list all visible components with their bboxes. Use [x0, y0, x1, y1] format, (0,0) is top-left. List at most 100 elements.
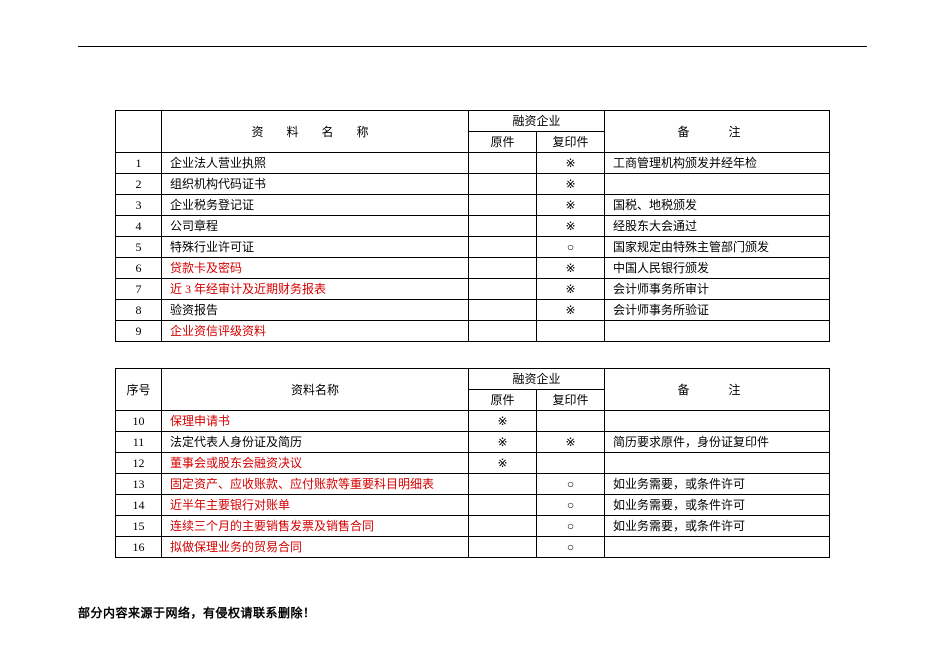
row-yuan: [469, 300, 537, 321]
table1-head-fyj: 复印件: [537, 132, 605, 153]
table-row: 1 企业法人营业执照 ※ 工商管理机构颁发并经年检: [116, 153, 830, 174]
row-remark: 如业务需要，或条件许可: [605, 474, 830, 495]
row-remark: [605, 453, 830, 474]
row-remark: [605, 411, 830, 432]
table-row: 5 特殊行业许可证 ○ 国家规定由特殊主管部门颁发: [116, 237, 830, 258]
row-yuan: [469, 216, 537, 237]
row-fyj: ※: [537, 279, 605, 300]
row-idx: 12: [116, 453, 162, 474]
row-remark: 国税、地税颁发: [605, 195, 830, 216]
table-row: 14 近半年主要银行对账单 ○ 如业务需要，或条件许可: [116, 495, 830, 516]
row-idx: 3: [116, 195, 162, 216]
row-fyj: [537, 453, 605, 474]
table-row: 9 企业资信评级资料: [116, 321, 830, 342]
table1-header-row-1: 资 料 名 称 融资企业 备 注: [116, 111, 830, 132]
row-idx: 14: [116, 495, 162, 516]
row-yuan: [469, 516, 537, 537]
table1-head-remark: 备 注: [605, 111, 830, 153]
row-name: 拟做保理业务的贸易合同: [162, 537, 469, 558]
row-remark: [605, 537, 830, 558]
row-name: 企业资信评级资料: [162, 321, 469, 342]
row-name: 企业法人营业执照: [162, 153, 469, 174]
row-yuan: [469, 258, 537, 279]
row-name: 近半年主要银行对账单: [162, 495, 469, 516]
table-row: 6 贷款卡及密码 ※ 中国人民银行颁发: [116, 258, 830, 279]
row-name: 董事会或股东会融资决议: [162, 453, 469, 474]
row-name: 近 3 年经审计及近期财务报表: [162, 279, 469, 300]
materials-table-1: 资 料 名 称 融资企业 备 注 原件 复印件 1 企业法人营业执照 ※ 工商管…: [115, 110, 830, 342]
row-idx: 1: [116, 153, 162, 174]
table1-head-group: 融资企业: [469, 111, 605, 132]
row-idx: 9: [116, 321, 162, 342]
row-name: 法定代表人身份证及简历: [162, 432, 469, 453]
row-yuan: [469, 174, 537, 195]
table1-head-idx: [116, 111, 162, 153]
row-yuan: [469, 279, 537, 300]
table2-head-fyj: 复印件: [537, 390, 605, 411]
row-remark: 经股东大会通过: [605, 216, 830, 237]
row-name: 保理申请书: [162, 411, 469, 432]
row-name: 企业税务登记证: [162, 195, 469, 216]
row-fyj: ※: [537, 153, 605, 174]
row-remark: 工商管理机构颁发并经年检: [605, 153, 830, 174]
row-name: 特殊行业许可证: [162, 237, 469, 258]
row-idx: 5: [116, 237, 162, 258]
row-name: 验资报告: [162, 300, 469, 321]
row-idx: 13: [116, 474, 162, 495]
materials-table-2: 序号 资料名称 融资企业 备 注 原件 复印件 10 保理申请书 ※ 11 法定…: [115, 368, 830, 558]
row-fyj: ※: [537, 300, 605, 321]
table-row: 2 组织机构代码证书 ※: [116, 174, 830, 195]
row-yuan: [469, 321, 537, 342]
row-idx: 8: [116, 300, 162, 321]
row-yuan: [469, 153, 537, 174]
table1-head-name: 资 料 名 称: [162, 111, 469, 153]
table2-header-row-1: 序号 资料名称 融资企业 备 注: [116, 369, 830, 390]
row-yuan: [469, 237, 537, 258]
table2-head-remark: 备 注: [605, 369, 830, 411]
row-idx: 6: [116, 258, 162, 279]
row-fyj: ○: [537, 237, 605, 258]
table-row: 13 固定资产、应收账款、应付账款等重要科目明细表 ○ 如业务需要，或条件许可: [116, 474, 830, 495]
table2-body: 10 保理申请书 ※ 11 法定代表人身份证及简历 ※ ※ 简历要求原件，身份证…: [116, 411, 830, 558]
row-remark: 如业务需要，或条件许可: [605, 495, 830, 516]
row-fyj: ○: [537, 474, 605, 495]
row-idx: 7: [116, 279, 162, 300]
table2-head-group: 融资企业: [469, 369, 605, 390]
page-top-rule: [78, 46, 867, 47]
table-row: 4 公司章程 ※ 经股东大会通过: [116, 216, 830, 237]
row-remark: 如业务需要，或条件许可: [605, 516, 830, 537]
row-fyj: [537, 321, 605, 342]
table2-head-seq: 序号: [116, 369, 162, 411]
table-row: 12 董事会或股东会融资决议 ※: [116, 453, 830, 474]
table-row: 8 验资报告 ※ 会计师事务所验证: [116, 300, 830, 321]
row-fyj: ※: [537, 258, 605, 279]
row-yuan: ※: [469, 432, 537, 453]
row-idx: 10: [116, 411, 162, 432]
row-yuan: [469, 495, 537, 516]
table-row: 10 保理申请书 ※: [116, 411, 830, 432]
row-remark: 会计师事务所验证: [605, 300, 830, 321]
table1-head-yuan: 原件: [469, 132, 537, 153]
row-fyj: ※: [537, 432, 605, 453]
row-name: 连续三个月的主要销售发票及销售合同: [162, 516, 469, 537]
row-idx: 11: [116, 432, 162, 453]
row-fyj: ○: [537, 516, 605, 537]
table1-body: 1 企业法人营业执照 ※ 工商管理机构颁发并经年检 2 组织机构代码证书 ※ 3…: [116, 153, 830, 342]
row-name: 组织机构代码证书: [162, 174, 469, 195]
table-row: 3 企业税务登记证 ※ 国税、地税颁发: [116, 195, 830, 216]
row-yuan: [469, 195, 537, 216]
row-fyj: ○: [537, 537, 605, 558]
row-remark: [605, 174, 830, 195]
table-row: 16 拟做保理业务的贸易合同 ○: [116, 537, 830, 558]
row-remark: 国家规定由特殊主管部门颁发: [605, 237, 830, 258]
row-yuan: ※: [469, 411, 537, 432]
row-idx: 2: [116, 174, 162, 195]
table2-head-name: 资料名称: [162, 369, 469, 411]
row-name: 固定资产、应收账款、应付账款等重要科目明细表: [162, 474, 469, 495]
row-yuan: [469, 537, 537, 558]
row-idx: 4: [116, 216, 162, 237]
row-yuan: ※: [469, 453, 537, 474]
row-fyj: ※: [537, 195, 605, 216]
row-remark: 简历要求原件，身份证复印件: [605, 432, 830, 453]
row-remark: 中国人民银行颁发: [605, 258, 830, 279]
